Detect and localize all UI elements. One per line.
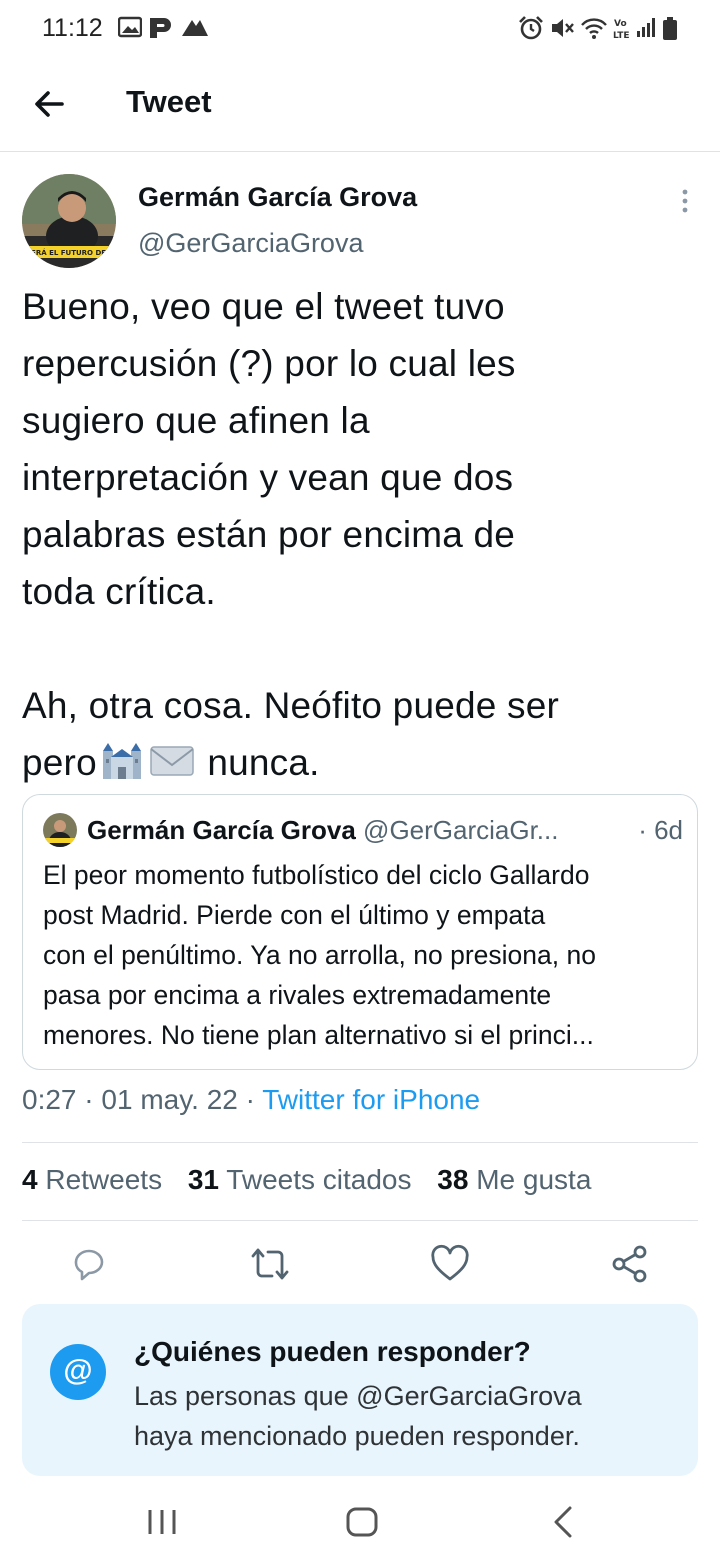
at-sign-icon: @ [50, 1344, 106, 1400]
retweets-stat[interactable]: 4 Retweets [22, 1164, 162, 1195]
tweet-source-link[interactable]: Twitter for iPhone [262, 1084, 480, 1115]
quote-time: · 6d [630, 815, 683, 846]
tweet-time: 0:27 [22, 1084, 77, 1115]
tweet-line: interpretación y vean que dos [22, 457, 514, 498]
reply-icon[interactable] [70, 1244, 110, 1284]
likes-stat[interactable]: 38 Me gusta [437, 1164, 591, 1195]
divider [22, 1142, 698, 1143]
quote-line: con el penúltimo. Ya no arrolla, no pres… [43, 940, 596, 970]
system-nav-bar [0, 1484, 720, 1560]
more-options-icon[interactable] [670, 186, 700, 216]
quoted-tweet[interactable]: Germán García Grova @GerGarciaGr... · 6d… [22, 794, 698, 1070]
reply-card-line: haya mencionado pueden responder. [134, 1421, 580, 1451]
page-title: Tweet [126, 84, 212, 119]
like-icon[interactable] [430, 1244, 470, 1284]
mute-icon [552, 19, 574, 37]
quote-avatar [43, 813, 77, 847]
who-can-reply-card: @ ¿Quiénes pueden responder? Las persona… [22, 1304, 698, 1476]
quote-line: post Madrid. Pierde con el último y empa… [43, 900, 546, 930]
back-arrow-icon[interactable] [28, 82, 72, 126]
stat-label: Tweets citados [226, 1164, 412, 1195]
retweet-icon[interactable] [250, 1244, 290, 1284]
alarm-icon [519, 16, 543, 40]
top-app-bar: Tweet [0, 56, 720, 152]
quote-header: Germán García Grova @GerGarciaGr... · 6d [87, 815, 683, 846]
status-time: 11:12 [42, 14, 103, 42]
home-icon[interactable] [342, 1502, 382, 1542]
wifi-icon [581, 18, 607, 39]
cell-signal-icon [637, 18, 655, 37]
tweet-meta: 0:27 · 01 may. 22 · Twitter for iPhone [22, 1084, 480, 1116]
tweet-line: Ah, otra cosa. Neófito puede ser [22, 685, 560, 726]
tweet-line-last: pero nunca. [22, 734, 702, 791]
stat-count: 4 [22, 1164, 38, 1195]
tweet-line: repercusión (?) por lo cual les [22, 343, 516, 384]
author-name[interactable]: Germán García Grova [138, 182, 417, 213]
tweet-line-end: nunca. [207, 742, 320, 783]
author-handle[interactable]: @GerGarciaGrova [138, 228, 363, 259]
stat-label: Retweets [45, 1164, 163, 1195]
quote-line: menores. No tiene plan alternativo si el… [43, 1020, 594, 1050]
divider [22, 1220, 698, 1221]
status-bar: 11:12 Vo LTE [0, 0, 720, 56]
tweet-line-start: pero [22, 742, 97, 783]
gallery-icon [118, 16, 142, 38]
volte-icon: Vo LTE [613, 19, 630, 41]
envelope-emoji [150, 746, 194, 776]
svg-text:LTE: LTE [613, 31, 630, 41]
tweet-text: Bueno, veo que el tweet tuvo repercusión… [22, 278, 702, 791]
stat-count: 31 [187, 1164, 220, 1195]
svg-text:Vo: Vo [614, 19, 627, 29]
quote-line: El peor momento futbolístico del ciclo G… [43, 860, 590, 890]
battery-icon [663, 17, 677, 40]
tweet-line: sugiero que afinen la [22, 400, 370, 441]
quote-author-handle: @GerGarciaGr... [363, 815, 559, 845]
stat-count: 38 [437, 1164, 469, 1195]
p-app-icon [150, 18, 171, 38]
tweet-stats: 4 Retweets 31 Tweets citados 38 Me gusta [22, 1164, 609, 1196]
reply-card-title: ¿Quiénes pueden responder? [134, 1336, 531, 1367]
reply-card-body: Las personas que @GerGarciaGrova haya me… [134, 1376, 582, 1456]
recent-apps-icon[interactable] [142, 1502, 182, 1542]
back-nav-icon[interactable] [544, 1502, 584, 1542]
quote-tweets-stat[interactable]: 31 Tweets citados [188, 1164, 412, 1195]
tweet-line: Bueno, veo que el tweet tuvo [22, 286, 505, 327]
castle-emoji [102, 743, 141, 779]
tweet-line: toda crítica. [22, 571, 216, 612]
signal-arrows-icon [182, 20, 208, 36]
meta-separator: · [84, 1084, 94, 1115]
tweet-line: palabras están por encima de [22, 514, 516, 555]
quote-line: pasa por encima a rivales extremadamente [43, 980, 552, 1010]
tweet-date: 01 may. 22 [101, 1084, 238, 1115]
tweet-line-blank [22, 620, 702, 677]
avatar[interactable]: SERÁ EL FUTURO DE DAV [22, 174, 116, 268]
quote-text: El peor momento futbolístico del ciclo G… [43, 855, 683, 1055]
quote-author-name: Germán García Grova [87, 815, 356, 845]
stat-label: Me gusta [476, 1164, 592, 1195]
share-icon[interactable] [610, 1244, 650, 1284]
meta-separator: · [245, 1084, 255, 1115]
reply-card-line: Las personas que @GerGarciaGrova [134, 1381, 582, 1411]
avatar-caption: SERÁ EL FUTURO DE DAV [26, 248, 116, 257]
